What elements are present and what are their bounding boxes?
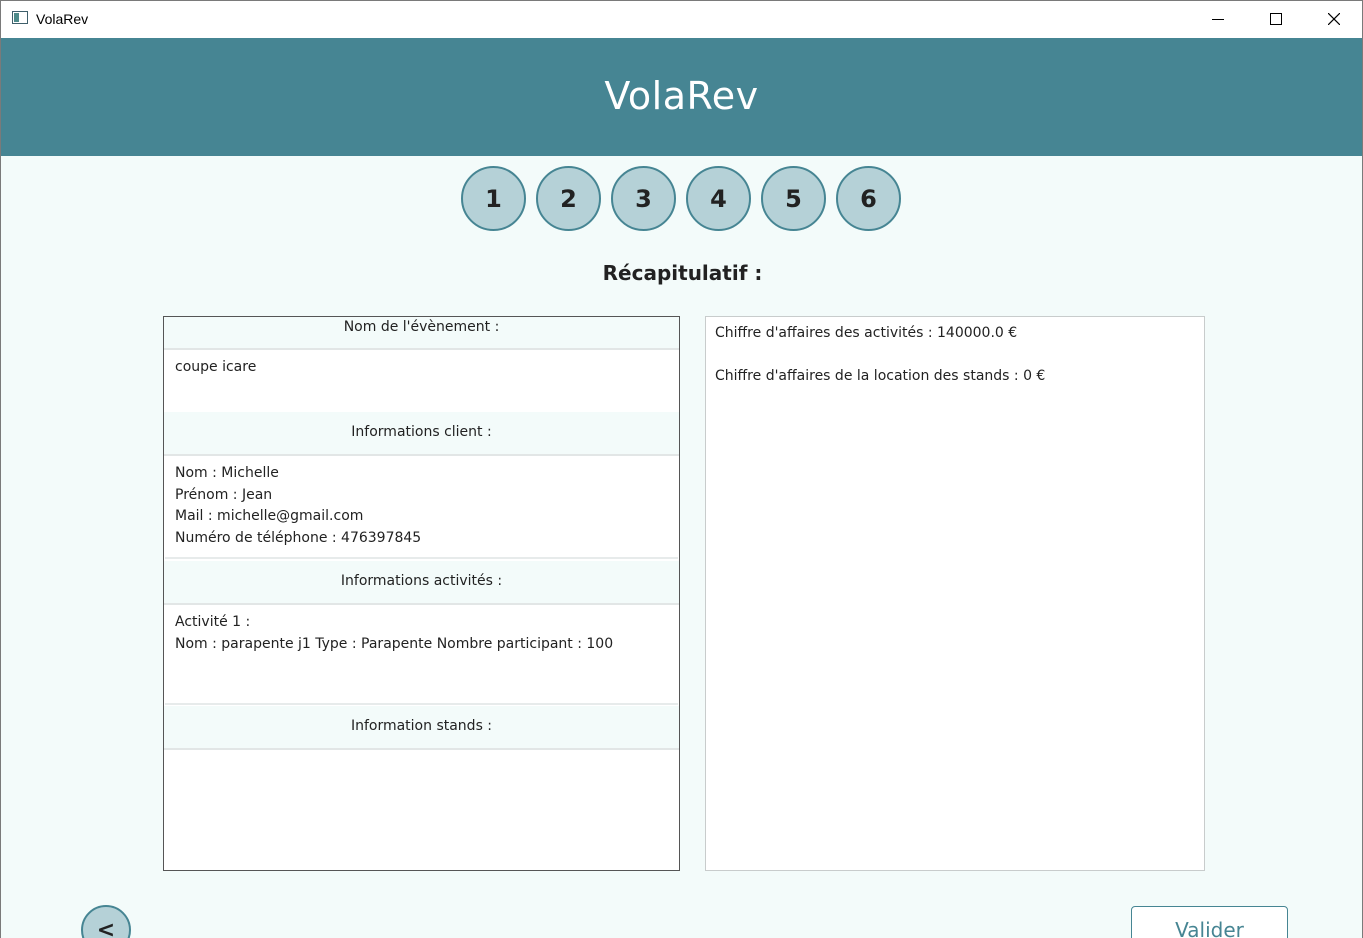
app-header: VolaRev — [1, 38, 1362, 156]
minimize-button[interactable] — [1189, 1, 1247, 38]
step-3-button[interactable]: 3 — [611, 166, 676, 231]
step-4-button[interactable]: 4 — [686, 166, 751, 231]
client-phone: Numéro de téléphone : 476397845 — [175, 529, 422, 546]
back-button[interactable]: < — [81, 905, 131, 938]
client-email: Mail : michelle@gmail.com — [175, 508, 364, 524]
step-1-button[interactable]: 1 — [461, 166, 526, 231]
step-2-button[interactable]: 2 — [536, 166, 601, 231]
title-bar: VolaRev — [1, 0, 1362, 38]
event-name-text: coupe icare — [175, 359, 257, 375]
stands-info-box[interactable] — [165, 752, 678, 870]
event-name-header: Nom de l'évènement : — [164, 317, 679, 350]
stands-revenue: Chiffre d'affaires de la location des st… — [715, 368, 1046, 384]
activities-info-header: Informations activités : — [164, 561, 679, 605]
header-title: VolaRev — [604, 74, 759, 118]
close-icon — [1328, 13, 1340, 25]
step-5-button[interactable]: 5 — [761, 166, 826, 231]
app-icon — [12, 11, 28, 24]
activity-details: Nom : parapente j1 Type : Parapente Nomb… — [175, 635, 614, 652]
client-first-name: Prénom : Jean — [175, 486, 273, 503]
client-info-header: Informations client : — [164, 412, 679, 456]
app-window: VolaRev VolaRev 1 2 3 4 5 6 Récapitulati… — [0, 0, 1363, 938]
summary-panel: Nom de l'évènement : coupe icare Informa… — [163, 316, 680, 871]
close-button[interactable] — [1305, 1, 1362, 38]
activities-info-box[interactable]: Activité 1 : Nom : parapente j1 Type : P… — [165, 607, 678, 705]
client-info-box[interactable]: Nom : Michelle Prénom : Jean Mail : mich… — [165, 458, 678, 559]
window-title: VolaRev — [36, 11, 89, 27]
stands-info-header: Information stands : — [164, 706, 679, 750]
activities-revenue: Chiffre d'affaires des activités : 14000… — [715, 325, 1018, 341]
validate-button[interactable]: Valider — [1131, 906, 1288, 938]
activity-title: Activité 1 : — [175, 614, 251, 630]
event-name-value[interactable]: coupe icare — [165, 352, 678, 412]
step-navigation: 1 2 3 4 5 6 — [461, 166, 905, 236]
step-6-button[interactable]: 6 — [836, 166, 901, 231]
recap-title: Récapitulatif : — [602, 261, 763, 285]
revenue-panel[interactable]: Chiffre d'affaires des activités : 14000… — [705, 316, 1205, 871]
client-last-name: Nom : Michelle — [175, 465, 279, 481]
maximize-button[interactable] — [1247, 1, 1305, 38]
